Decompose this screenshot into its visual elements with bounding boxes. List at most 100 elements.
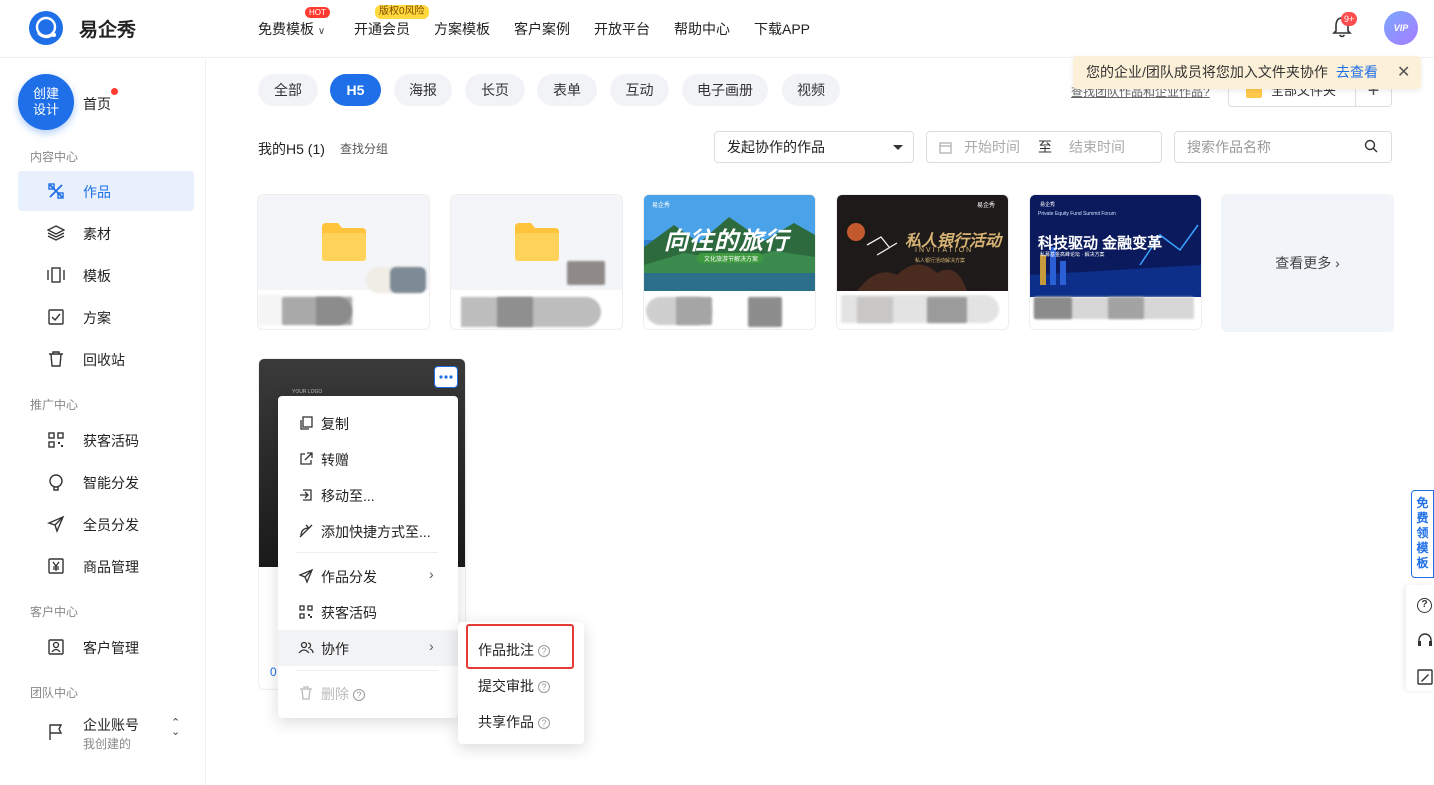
help-icon[interactable]: ?: [538, 717, 550, 729]
highlight-box: [466, 624, 574, 669]
home-red-dot: [111, 88, 118, 95]
help-icon[interactable]: ?: [353, 689, 365, 701]
submenu-item-share-work[interactable]: 共享作品?: [478, 712, 550, 732]
template-icon: [47, 267, 65, 283]
sidebar-item-product-management[interactable]: 商品管理: [18, 546, 194, 586]
collaboration-toast: 您的企业/团队成员将您加入文件夹协作 去查看: [1073, 56, 1421, 89]
search-input[interactable]: 搜索作品名称: [1174, 131, 1392, 163]
help-icon[interactable]: ?: [1417, 598, 1432, 613]
shortcut-icon: [299, 524, 313, 538]
date-end-input[interactable]: 结束时间: [1069, 132, 1125, 162]
tab-form[interactable]: 表单: [537, 74, 597, 106]
menu-item-distribution[interactable]: 作品分发 ›: [278, 558, 458, 594]
brand-mark: 易企秀: [977, 203, 996, 209]
tab-e-album[interactable]: 电子画册: [682, 74, 768, 106]
customer-service-icon[interactable]: [1417, 633, 1433, 649]
notification-badge: 9+: [1341, 12, 1358, 26]
menu-item-copy[interactable]: 复制: [278, 405, 458, 441]
menu-item-delete[interactable]: 删除?: [278, 675, 458, 711]
sidebar-item-materials[interactable]: 素材: [18, 213, 194, 253]
expand-icon: ⌃ ⌄: [171, 717, 181, 738]
toast-view-link[interactable]: 去查看: [1336, 64, 1378, 80]
sidebar-item-all-staff-distribution[interactable]: 全员分发: [18, 504, 194, 544]
sidebar-item-home[interactable]: 首页: [83, 94, 111, 114]
search-icon[interactable]: [1364, 139, 1378, 153]
menu-item-transfer[interactable]: 转赠: [278, 441, 458, 477]
brand-mark: 易企秀: [1040, 202, 1056, 208]
qr-code-icon: [48, 432, 64, 448]
contact-card-icon: [48, 639, 64, 655]
nav-download-app[interactable]: 下载APP: [754, 19, 810, 39]
sidebar-item-smart-distribution[interactable]: 智能分发: [18, 462, 194, 502]
checklist-icon: [48, 309, 64, 325]
nav-solution-templates[interactable]: 方案模板: [434, 19, 490, 39]
create-design-button[interactable]: 创建设计: [18, 74, 74, 130]
sidebar-item-customer-management[interactable]: 客户管理: [18, 627, 194, 667]
more-options-button[interactable]: [434, 366, 458, 388]
logo-text[interactable]: 易企秀: [79, 15, 136, 42]
folder-icon: [515, 223, 559, 261]
chevron-down-icon: ∨: [317, 26, 326, 37]
tab-all[interactable]: 全部: [258, 74, 318, 106]
trash-icon: [49, 351, 63, 367]
sidebar-item-enterprise-account[interactable]: 企业账号 我创建的 ⌃ ⌄: [18, 711, 194, 755]
vip-avatar[interactable]: VIP: [1384, 11, 1418, 45]
menu-item-collaborate[interactable]: 协作 ›: [278, 630, 458, 666]
more-dots-icon: [439, 375, 453, 379]
section-content-title: 内容中心: [30, 150, 79, 164]
qr-code-icon: [299, 605, 313, 619]
tab-poster[interactable]: 海报: [394, 74, 452, 106]
caret-down-icon: [893, 145, 903, 150]
work-card-bank[interactable]: 私人银行活动 INVITATION 私人银行活动解决方案 易企秀: [836, 194, 1009, 330]
menu-item-qr-code[interactable]: 获客活码: [278, 594, 458, 630]
free-template-tab[interactable]: 免费领模板: [1411, 490, 1434, 578]
date-range-picker[interactable]: 开始时间 至 结束时间: [926, 131, 1162, 163]
your-logo-text: YOUR LOGO: [292, 389, 323, 395]
context-menu: 复制 转赠 移动至... 添加快捷方式至... 作品分发 › 获客活码 协作 ›…: [278, 396, 458, 718]
fintech-en: Private Equity Fund Summit Forum: [1038, 211, 1116, 217]
travel-title: 向往的旅行: [664, 228, 789, 255]
travel-subtitle: 文化旅游节解决方案: [704, 257, 759, 263]
sidebar-item-templates[interactable]: 模板: [18, 255, 194, 295]
folder-card[interactable]: [257, 194, 430, 330]
nav-free-templates[interactable]: 免费模板 ∨: [258, 19, 325, 39]
close-icon[interactable]: ✕: [1397, 62, 1410, 82]
send-icon: [47, 515, 65, 533]
chevron-right-icon: ›: [429, 566, 434, 582]
work-card-travel[interactable]: 向往的旅行 文化旅游节解决方案 易企秀: [643, 194, 816, 330]
tab-video[interactable]: 视频: [782, 74, 840, 106]
section-promo-title: 推广中心: [30, 398, 79, 412]
menu-divider: [296, 552, 438, 553]
sidebar-item-solutions[interactable]: 方案: [18, 297, 194, 337]
calendar-icon: [939, 142, 952, 154]
folder-icon: [322, 223, 366, 261]
flag-icon: [49, 724, 63, 740]
menu-item-add-shortcut[interactable]: 添加快捷方式至...: [278, 513, 458, 549]
date-start-input[interactable]: 开始时间: [964, 132, 1020, 162]
tab-h5[interactable]: H5: [330, 74, 381, 106]
bank-subtitle: 私人银行活动解决方案: [915, 258, 966, 264]
folder-card[interactable]: [450, 194, 623, 330]
find-group-link[interactable]: 查找分组: [340, 140, 388, 157]
nav-open-platform[interactable]: 开放平台: [594, 19, 650, 39]
collab-filter-select[interactable]: 发起协作的作品: [714, 131, 914, 163]
sidebar-item-works[interactable]: 作品: [18, 171, 194, 211]
sidebar-item-recycle-bin[interactable]: 回收站: [18, 339, 194, 379]
submenu-item-submit-approval[interactable]: 提交审批?: [478, 676, 550, 696]
nav-membership[interactable]: 开通会员: [354, 19, 410, 39]
brain-icon: [49, 474, 63, 491]
trash-icon: [300, 686, 312, 700]
send-icon: [298, 568, 314, 584]
nav-help-center[interactable]: 帮助中心: [674, 19, 730, 39]
view-more-card[interactable]: 查看更多 ›: [1221, 194, 1394, 332]
nav-customer-cases[interactable]: 客户案例: [514, 19, 570, 39]
logo-icon[interactable]: [29, 11, 63, 45]
work-card-fintech[interactable]: Private Equity Fund Summit Forum 科技驱动 金融…: [1029, 194, 1202, 330]
tab-interactive[interactable]: 互动: [610, 74, 669, 106]
feedback-icon[interactable]: [1417, 669, 1433, 685]
tab-long-page[interactable]: 长页: [465, 74, 525, 106]
menu-item-move-to[interactable]: 移动至...: [278, 477, 458, 513]
sidebar-item-qr-code[interactable]: 获客活码: [18, 420, 194, 460]
help-icon[interactable]: ?: [538, 681, 550, 693]
bank-en: INVITATION: [915, 247, 974, 254]
